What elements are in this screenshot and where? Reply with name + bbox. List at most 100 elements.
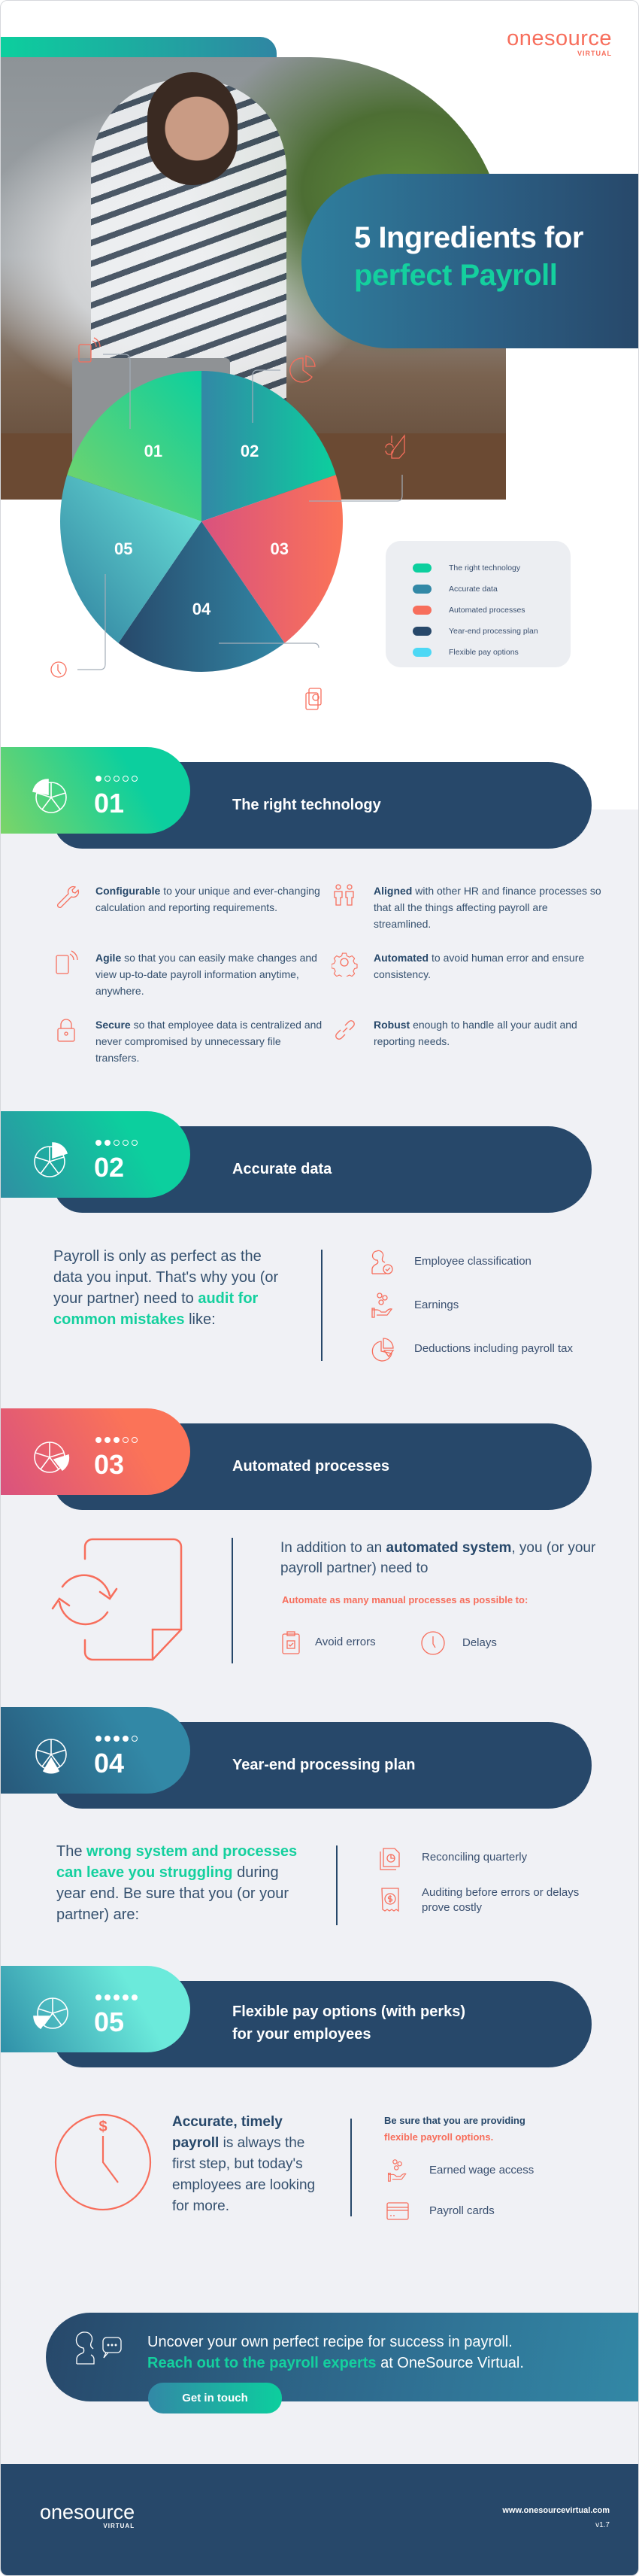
feature-text: Secure so that employee data is centrali… bbox=[95, 1019, 323, 1064]
legend-item: Flexible pay options bbox=[413, 642, 571, 663]
footer-logo: onesource VIRTUAL bbox=[40, 2501, 135, 2529]
version-label: v1.7 bbox=[595, 2521, 610, 2529]
employee-check-icon bbox=[369, 1248, 396, 1275]
footer: onesource VIRTUAL www.onesourcevirtual.c… bbox=[1, 2464, 638, 2575]
list-item: Payroll cards bbox=[386, 2201, 495, 2221]
chart-legend: The right technology Accurate data Autom… bbox=[386, 541, 571, 667]
legend-item: Year-end processing plan bbox=[413, 621, 571, 642]
section-subhead: Automate as many manual processes as pos… bbox=[282, 1594, 528, 1605]
feature-item: Automated to avoid human error and ensur… bbox=[331, 949, 603, 983]
gear-icon bbox=[331, 949, 359, 980]
progress-dots bbox=[95, 776, 138, 782]
people-icon bbox=[332, 882, 359, 910]
feature-item: Aligned with other HR and finance proces… bbox=[332, 882, 603, 932]
document-refresh-icon bbox=[51, 1538, 183, 1661]
card-icon bbox=[386, 2201, 410, 2221]
pie-label-02: 02 bbox=[241, 442, 259, 460]
section-header-04: 04 Year-end processing plan bbox=[1, 1707, 638, 1809]
get-in-touch-button[interactable]: Get in touch bbox=[148, 2383, 282, 2413]
legend-swatch bbox=[413, 627, 432, 636]
legend-item: Automated processes bbox=[413, 600, 571, 621]
brand-logo: onesource VIRTUAL bbox=[507, 26, 612, 57]
section-header-03: 03 Automated processes bbox=[1, 1408, 638, 1510]
feature-text: Robust enough to handle all your audit a… bbox=[374, 1019, 577, 1047]
lock-icon bbox=[53, 1016, 80, 1043]
legend-swatch bbox=[413, 648, 432, 657]
section-title: The right technology bbox=[232, 797, 381, 813]
section-header-01: 01 The right technology bbox=[1, 747, 638, 849]
progress-dots bbox=[95, 1736, 138, 1742]
section-title: Flexible pay options (with perks) for yo… bbox=[232, 2003, 466, 2043]
pie-label-01: 01 bbox=[144, 442, 162, 460]
website-link[interactable]: www.onesourcevirtual.com bbox=[502, 2506, 610, 2515]
feature-item: Secure so that employee data is centrali… bbox=[53, 1016, 325, 1066]
list-item: Deductions including payroll tax bbox=[369, 1335, 573, 1362]
section-number: 01 bbox=[94, 788, 125, 819]
section-badge: 05 bbox=[1, 1966, 190, 2052]
list-item: Delays bbox=[420, 1630, 497, 1656]
legend-swatch bbox=[413, 606, 432, 615]
section-header-05: 05 Flexible pay options (with perks) for… bbox=[1, 1966, 638, 2067]
pie-segment-icon bbox=[34, 1142, 68, 1177]
coins-hand-icon bbox=[386, 2158, 410, 2183]
ingredients-pie-chart: 02 03 04 05 01 bbox=[50, 337, 405, 710]
wrench-icon bbox=[53, 882, 80, 910]
pie-chart-icon bbox=[369, 1335, 396, 1362]
pie-chart-icon bbox=[289, 355, 316, 383]
link-icon bbox=[332, 1016, 359, 1043]
svg-text:$: $ bbox=[98, 2119, 107, 2135]
feature-text: Automated to avoid human error and ensur… bbox=[374, 952, 585, 980]
list-item: Earnings bbox=[369, 1292, 459, 1319]
photo-head bbox=[147, 72, 238, 185]
pie-segment-icon bbox=[34, 1441, 70, 1473]
section-lead-text: Payroll is only as perfect as the data y… bbox=[53, 1248, 279, 1328]
section-badge: 03 bbox=[1, 1408, 190, 1495]
clock-dollar-icon: $ bbox=[54, 2113, 152, 2211]
divider bbox=[350, 2119, 352, 2216]
pie-segment-icon bbox=[35, 1739, 67, 1774]
section-title: Year-end processing plan bbox=[232, 1757, 416, 1773]
section-header-02: 02 Accurate data bbox=[1, 1111, 638, 1213]
feature-text: Configurable to your unique and ever-cha… bbox=[95, 885, 320, 913]
pie-label-05: 05 bbox=[114, 539, 132, 558]
section-lead-text: The wrong system and processes can leave… bbox=[56, 1843, 298, 1923]
legend-item: The right technology bbox=[413, 557, 571, 579]
legend-swatch bbox=[413, 564, 432, 573]
list-item: Auditing before errors or delays prove c… bbox=[377, 1885, 602, 1915]
list-item: Avoid errors bbox=[280, 1630, 376, 1654]
clock-icon bbox=[50, 661, 67, 678]
clipboard-check-icon bbox=[280, 1630, 301, 1654]
section-number: 04 bbox=[94, 1748, 125, 1779]
feature-item: Robust enough to handle all your audit a… bbox=[332, 1016, 603, 1050]
feature-item: Agile so that you can easily make change… bbox=[53, 949, 325, 999]
pie-segment-icon bbox=[32, 779, 67, 813]
person-chat-icon bbox=[75, 2331, 122, 2365]
divider bbox=[232, 1538, 233, 1663]
mobile-icon bbox=[53, 949, 80, 977]
section-badge: 04 bbox=[1, 1707, 190, 1794]
clock-icon bbox=[420, 1630, 446, 1656]
section-number: 05 bbox=[94, 2006, 125, 2037]
progress-dots bbox=[95, 1994, 138, 2000]
section-subhead: Be sure that you are providing flexible … bbox=[384, 2115, 525, 2143]
mobile-icon bbox=[78, 337, 101, 363]
hero-accent-bar bbox=[1, 37, 277, 58]
divider bbox=[336, 1845, 338, 1925]
page-title: 5 Ingredients for perfect Payroll bbox=[354, 221, 583, 292]
receipt-dollar-icon bbox=[377, 1887, 404, 1914]
section-lead-text: In addition to an automated system, you … bbox=[280, 1540, 596, 1576]
list-item: Reconciling quarterly bbox=[377, 1844, 527, 1871]
section-lead-text: Accurate, timely payroll is always the f… bbox=[172, 2114, 316, 2214]
pie-label-04: 04 bbox=[192, 600, 211, 618]
section-badge: 01 bbox=[1, 747, 190, 834]
progress-dots bbox=[95, 1437, 138, 1443]
progress-dots bbox=[95, 1140, 138, 1146]
cta-text: Uncover your own perfect recipe for succ… bbox=[147, 2334, 524, 2371]
legend-swatch bbox=[413, 585, 432, 594]
divider bbox=[321, 1250, 323, 1361]
list-item: Earned wage access bbox=[386, 2158, 534, 2183]
feature-text: Agile so that you can easily make change… bbox=[95, 952, 317, 997]
infographic-page: onesource VIRTUAL 5 Ingredients for perf… bbox=[0, 0, 639, 2576]
feature-text: Aligned with other HR and finance proces… bbox=[374, 885, 601, 930]
pie-label-03: 03 bbox=[270, 539, 288, 558]
